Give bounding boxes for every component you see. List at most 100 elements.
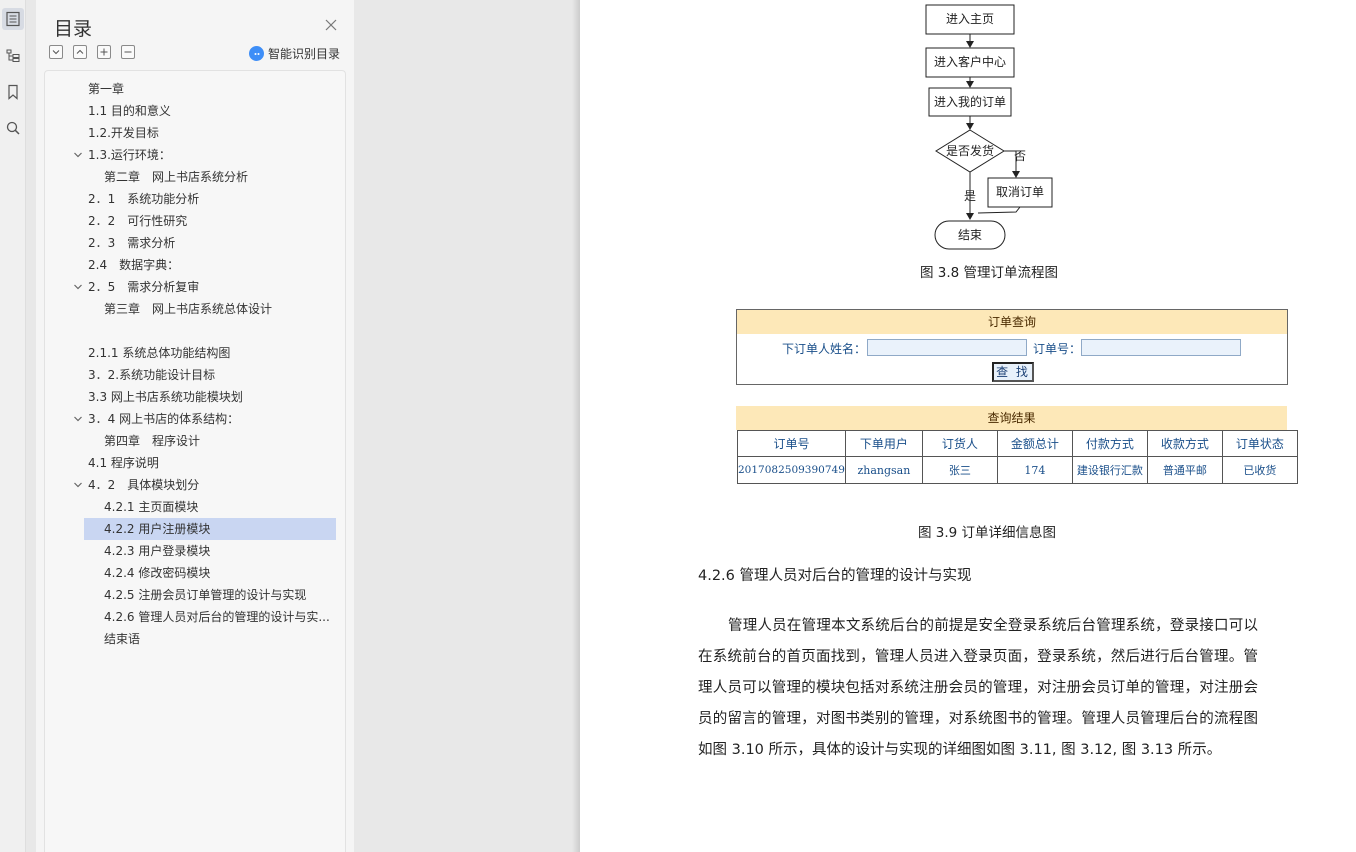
toc-item-label: 2.1.1 系统总体功能结构图 [88, 346, 231, 360]
toc-item[interactable]: 4.2.4 修改密码模块 [104, 562, 210, 584]
column-header: 金额总计 [996, 430, 1073, 457]
toc-item[interactable]: 2．1 系统功能分析 [88, 188, 199, 210]
toc-item-label: 1.3.运行环境： [88, 148, 171, 162]
toc-item-label: 第三章 网上书店系统总体设计 [104, 302, 273, 316]
table-cell: 建设银行汇款 [1071, 456, 1148, 484]
flow-label-yes: 是 [964, 189, 976, 203]
panel-gutter [354, 0, 576, 852]
toc-item[interactable]: 1.3.运行环境： [88, 144, 171, 166]
toc-item[interactable]: 4.2.5 注册会员订单管理的设计与实现 [104, 584, 306, 606]
table-cell: 174 [996, 456, 1073, 484]
results-header: 查询结果 [736, 406, 1287, 430]
toc-item[interactable]: 第四章 程序设计 [104, 430, 200, 452]
toc-item[interactable]: 3．2.系统功能设计目标 [88, 364, 215, 386]
toc-item-label: 4.2.5 注册会员订单管理的设计与实现 [104, 588, 307, 602]
toc-item-label: 第一章 [88, 82, 125, 96]
toc-item[interactable]: 3．4 网上书店的体系结构： [88, 408, 239, 430]
column-header: 订单状态 [1221, 430, 1298, 457]
toc-item-label: 1.1 目的和意义 [88, 104, 171, 118]
flow-label: 进入客户中心 [934, 54, 1006, 69]
search-icon[interactable] [2, 117, 24, 139]
ai-cloud-icon [249, 46, 264, 61]
minus-icon [124, 51, 132, 53]
sidebar-rail [0, 0, 26, 852]
toc-item[interactable]: 2．3 需求分析 [88, 232, 175, 254]
toc-item-label: 4.2.3 用户登录模块 [104, 544, 211, 558]
table-cell: zhangsan [844, 456, 923, 484]
column-header: 订单号 [737, 430, 846, 457]
table-row: 2017082509390749 zhangsan 张三 174 建设银行汇款 … [737, 456, 1298, 484]
toc-tree-icon[interactable] [2, 45, 24, 67]
collapse-all-button[interactable] [73, 45, 87, 59]
toc-item[interactable]: 2．5 需求分析复审 [88, 276, 199, 298]
section-heading: 4.2.6 管理人员对后台的管理的设计与实现 [698, 568, 972, 584]
toc-item[interactable]: 第二章 网上书店系统分析 [104, 166, 248, 188]
table-cell: 普通平邮 [1146, 456, 1223, 484]
toc-item[interactable]: 4.2.6 管理人员对后台的管理的设计与实... [104, 606, 330, 628]
toc-item[interactable]: 3.3 网上书店系统功能模块划 [88, 386, 243, 408]
chevron-down-icon[interactable] [73, 474, 83, 496]
chevron-down-icon[interactable] [73, 144, 83, 166]
toc-item[interactable]: 4．2 具体模块划分 [88, 474, 199, 496]
column-header: 下单用户 [844, 430, 923, 457]
close-icon[interactable] [324, 18, 338, 32]
flow-label: 进入主页 [946, 12, 994, 26]
toc-panel: 目录 智能识别目录 第一章 1.1 目的和意义 1.2.开发目标 1.3.运行环… [36, 0, 354, 852]
table-cell: 张三 [921, 456, 998, 484]
toc-item[interactable]: 4.2.1 主页面模块 [104, 496, 198, 518]
toc-item-label: 3．4 网上书店的体系结构： [88, 412, 240, 426]
bookmark-icon[interactable] [2, 81, 24, 103]
toc-item-label: 2．2 可行性研究 [88, 214, 188, 228]
toc-item[interactable]: 1.2.开发目标 [88, 122, 159, 144]
results-table: 订单号 下单用户 订货人 金额总计 付款方式 收款方式 订单状态 2017082… [737, 430, 1298, 484]
smart-toc-button[interactable]: 智能识别目录 [249, 45, 340, 62]
expand-all-button[interactable] [49, 45, 63, 59]
toc-item[interactable]: 第一章 [88, 78, 124, 100]
toc-item-label: 2．1 系统功能分析 [88, 192, 200, 206]
toc-item[interactable]: 结束语 [104, 628, 140, 650]
document-page: 进入主页 进入客户中心 进入我的订单 是否发货 否 取消订单 是 结束 图 3.… [580, 0, 1356, 852]
toc-item[interactable]: 2.4 数据字典： [88, 254, 179, 276]
table-cell: 已收货 [1221, 456, 1298, 484]
toc-item-selected[interactable]: 4.2.2 用户注册模块 [84, 518, 336, 540]
toc-item-label: 3．2.系统功能设计目标 [88, 368, 216, 382]
chevron-down-icon[interactable] [73, 408, 83, 430]
toc-item[interactable]: 1.1 目的和意义 [88, 100, 171, 122]
toc-item-label: 4．2 具体模块划分 [88, 478, 200, 492]
toc-item[interactable]: 4.2.3 用户登录模块 [104, 540, 210, 562]
order-flowchart: 进入主页 进入客户中心 进入我的订单 是否发货 否 取消订单 是 结束 [925, 4, 1053, 250]
toc-item-label: 第二章 网上书店系统分析 [104, 170, 249, 184]
flow-label: 结束 [958, 228, 982, 242]
toc-item-label: 4.2.6 管理人员对后台的管理的设计与实... [104, 610, 330, 624]
flow-label: 进入我的订单 [934, 94, 1006, 109]
search-button[interactable]: 查 找 [992, 362, 1034, 382]
order-number-field[interactable] [1081, 339, 1241, 356]
name-label: 下订单人姓名： [782, 342, 867, 356]
figure-caption: 图 3.8 管理订单流程图 [920, 265, 1059, 281]
table-header-row: 订单号 下单用户 订货人 金额总计 付款方式 收款方式 订单状态 [737, 430, 1298, 457]
chevron-down-icon[interactable] [73, 276, 83, 298]
order-no-label: 订单号： [1033, 342, 1082, 356]
add-item-button[interactable] [97, 45, 111, 59]
flow-label: 取消订单 [996, 185, 1044, 199]
toc-item[interactable]: 2.1.1 系统总体功能结构图 [88, 342, 230, 364]
toc-item-label: 4.2.2 用户注册模块 [104, 522, 211, 536]
toc-item-label: 第四章 程序设计 [104, 434, 201, 448]
toc-item-label: 2．3 需求分析 [88, 236, 176, 250]
body-paragraph: 管理人员在管理本文系统后台的前提是安全登录系统后台管理系统，登录接口可以在系统前… [698, 618, 1258, 758]
remove-item-button[interactable] [121, 45, 135, 59]
toc-item-label: 2．5 需求分析复审 [88, 280, 200, 294]
toc-item-label: 结束语 [104, 632, 141, 646]
orderer-name-field[interactable] [867, 339, 1027, 356]
toc-item[interactable]: 4.1 程序说明 [88, 452, 159, 474]
toc-item-label: 1.2.开发目标 [88, 126, 159, 140]
smart-toc-label: 智能识别目录 [268, 47, 341, 61]
chevron-up-icon [76, 49, 84, 54]
toc-item-label: 4.2.4 修改密码模块 [104, 566, 211, 580]
table-cell[interactable]: 2017082509390749 [737, 456, 846, 484]
outline-icon[interactable] [2, 8, 24, 30]
toc-item[interactable]: 2．2 可行性研究 [88, 210, 187, 232]
toc-item[interactable]: 第三章 网上书店系统总体设计 [104, 298, 272, 320]
column-header: 付款方式 [1071, 430, 1148, 457]
toc-list: 第一章 1.1 目的和意义 1.2.开发目标 1.3.运行环境： 第二章 网上书… [44, 70, 346, 852]
